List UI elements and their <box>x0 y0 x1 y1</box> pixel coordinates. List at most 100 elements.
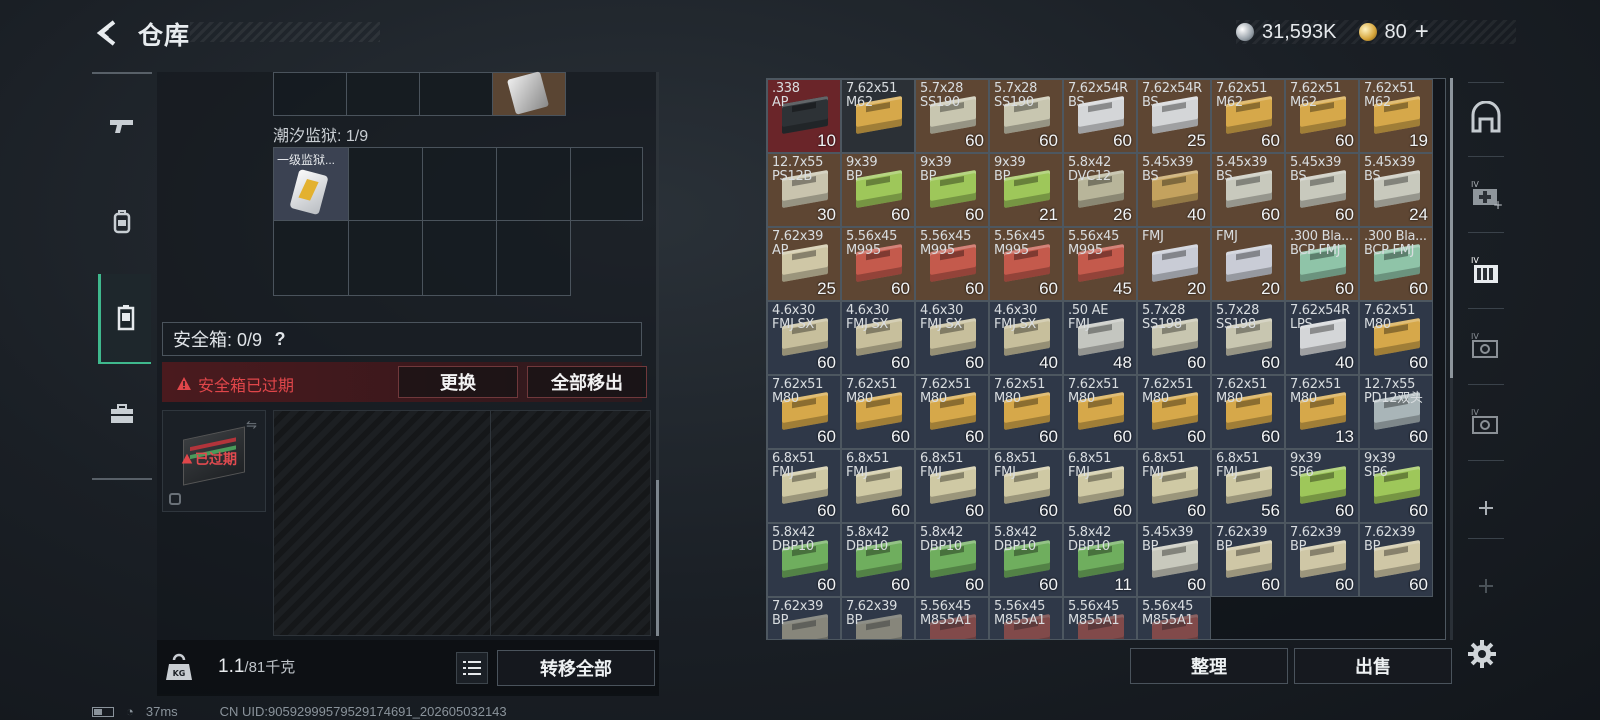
inventory-item[interactable]: 6.8x51 FMJ 60 <box>841 449 915 523</box>
rail-toolbox[interactable] <box>92 370 152 458</box>
inventory-item[interactable]: 7.62x51 M80 60 <box>1211 375 1285 449</box>
inventory-item[interactable]: 5.7x28 SS198 60 <box>1211 301 1285 375</box>
inventory-item[interactable]: 5.45x39 BP 60 <box>1137 523 1211 597</box>
grid-slot[interactable] <box>273 220 349 296</box>
list-view-button[interactable] <box>456 652 488 684</box>
inventory-scrollbar-thumb[interactable] <box>1450 78 1453 378</box>
inventory-item[interactable]: 7.62x51 M62 60 <box>1211 79 1285 153</box>
inventory-item[interactable]: 5.45x39 BS 60 <box>1211 153 1285 227</box>
grid-slot[interactable] <box>348 220 423 296</box>
inventory-item[interactable]: 5.45x39 BS 24 <box>1359 153 1433 227</box>
inventory-item[interactable]: 12.7x55 PS12B 30 <box>767 153 841 227</box>
inventory-item[interactable]: 5.7x28 SS198 60 <box>1137 301 1211 375</box>
inventory-item[interactable]: 6.8x51 FMJ 60 <box>767 449 841 523</box>
remove-all-button[interactable]: 全部移出 <box>527 366 647 398</box>
inventory-item[interactable]: 9x39 BP 60 <box>841 153 915 227</box>
grid-slot[interactable] <box>348 147 423 221</box>
inventory-item[interactable]: 5.56x45 M995 60 <box>915 227 989 301</box>
tool-storage-home[interactable] <box>1462 94 1510 142</box>
inventory-item[interactable]: 5.7x28 SS190 60 <box>915 79 989 153</box>
inventory-item[interactable]: 7.62x51 M62 <box>841 79 915 153</box>
replace-button[interactable]: 更换 <box>398 366 518 398</box>
inventory-item[interactable]: 7.62x39 BP <box>767 597 841 639</box>
inventory-item[interactable]: 7.62x39 AP 25 <box>767 227 841 301</box>
grid-slot[interactable] <box>496 147 571 221</box>
inventory-item[interactable]: 5.8x42 DBP10 11 <box>1063 523 1137 597</box>
prison-slot-item[interactable]: 一级监狱... <box>273 147 349 221</box>
inventory-item[interactable]: 6.8x51 FMJ 60 <box>1063 449 1137 523</box>
inventory-item[interactable]: 9x39 BP 21 <box>989 153 1063 227</box>
inventory-item[interactable]: 7.62x51 M80 60 <box>1063 375 1137 449</box>
scrollbar-thumb[interactable] <box>656 480 659 636</box>
back-button[interactable] <box>92 18 122 48</box>
inventory-item[interactable]: 5.56x45 M995 60 <box>841 227 915 301</box>
inventory-item[interactable]: 7.62x39 BP <box>841 597 915 639</box>
help-icon[interactable]: ? <box>270 329 290 350</box>
inventory-item[interactable]: 5.45x39 BS 40 <box>1137 153 1211 227</box>
grid-slot[interactable] <box>422 147 497 221</box>
inventory-item[interactable]: 5.56x45 M855A1 <box>1137 597 1211 639</box>
grid-slot[interactable] <box>570 147 643 221</box>
settings-button[interactable] <box>1464 636 1500 672</box>
inventory-item[interactable]: FMJ 20 <box>1137 227 1211 301</box>
inventory-item[interactable]: 7.62x51 M80 60 <box>915 375 989 449</box>
inventory-item[interactable]: 6.8x51 FMJ 60 <box>989 449 1063 523</box>
add-currency-button[interactable]: + <box>1415 18 1429 46</box>
inventory-item[interactable]: .338 AP 10 <box>767 79 841 153</box>
inventory-item[interactable]: 7.62x39 BP 60 <box>1285 523 1359 597</box>
inventory-item[interactable]: 5.56x45 M995 45 <box>1063 227 1137 301</box>
inventory-item[interactable]: .50 AE FMJ 48 <box>1063 301 1137 375</box>
inventory-item[interactable]: 12.7x55 PD12双头 60 <box>1359 375 1433 449</box>
inventory-item[interactable]: 5.56x45 M855A1 <box>989 597 1063 639</box>
sort-button[interactable]: 整理 <box>1130 648 1288 684</box>
inventory-item[interactable]: 7.62x39 BP 60 <box>1359 523 1433 597</box>
inventory-item[interactable]: 7.62x51 M80 60 <box>841 375 915 449</box>
rail-containers[interactable] <box>98 274 151 364</box>
inventory-item[interactable]: 5.8x42 DBP10 60 <box>767 523 841 597</box>
inventory-item[interactable]: 7.62x54R BS 60 <box>1063 79 1137 153</box>
rail-weapons[interactable] <box>92 82 152 170</box>
inventory-item[interactable]: 4.6x30 FMJ SX 40 <box>989 301 1063 375</box>
inventory-item[interactable]: FMJ 20 <box>1211 227 1285 301</box>
inventory-item[interactable]: 6.8x51 FMJ 60 <box>1137 449 1211 523</box>
tool-gear-case[interactable]: IV <box>1462 322 1510 370</box>
grid-slot[interactable] <box>346 72 420 116</box>
inventory-item[interactable]: 4.6x30 FMJ SX 60 <box>767 301 841 375</box>
inventory-item[interactable]: 7.62x51 M62 60 <box>1285 79 1359 153</box>
inventory-item[interactable]: 5.7x28 SS190 60 <box>989 79 1063 153</box>
inventory-item[interactable]: 5.8x42 DBP10 60 <box>915 523 989 597</box>
transfer-all-button[interactable]: 转移全部 <box>497 650 655 686</box>
grid-slot[interactable] <box>422 220 497 296</box>
inventory-item[interactable]: 9x39 SP6 60 <box>1285 449 1359 523</box>
inventory-item[interactable]: 5.56x45 M855A1 <box>915 597 989 639</box>
sell-button[interactable]: 出售 <box>1294 648 1452 684</box>
inventory-item[interactable]: 9x39 BP 60 <box>915 153 989 227</box>
inventory-item[interactable]: 7.62x51 M80 60 <box>1359 301 1433 375</box>
inventory-item[interactable]: 4.6x30 FMJ SX 60 <box>841 301 915 375</box>
tool-ammo-box[interactable]: IV <box>1462 246 1510 294</box>
inventory-item[interactable]: 5.8x42 DVC12 26 <box>1063 153 1137 227</box>
swap-icon[interactable]: ⇋ <box>246 417 257 433</box>
inventory-item[interactable]: 7.62x51 M62 19 <box>1359 79 1433 153</box>
safe-box-slot[interactable]: 已过期 ⇋ <box>162 410 266 512</box>
inventory-item[interactable]: 5.45x39 BS 60 <box>1285 153 1359 227</box>
tool-gear-case-2[interactable]: IV <box>1462 398 1510 446</box>
tool-medical[interactable]: IV + <box>1462 170 1510 218</box>
grid-slot[interactable] <box>273 72 347 116</box>
inventory-item[interactable]: 4.6x30 FMJ SX 60 <box>915 301 989 375</box>
inventory-item[interactable]: 6.8x51 FMJ 60 <box>915 449 989 523</box>
inventory-item[interactable]: 7.62x54R BS 25 <box>1137 79 1211 153</box>
inventory-item[interactable]: 5.8x42 DBP10 60 <box>841 523 915 597</box>
grid-slot[interactable] <box>419 72 493 116</box>
inventory-item[interactable]: 7.62x51 M80 60 <box>767 375 841 449</box>
grid-slot-with-item[interactable] <box>492 71 566 116</box>
inventory-item[interactable]: 7.62x51 M80 60 <box>1137 375 1211 449</box>
inventory-item[interactable]: .300 Bla... BCP FMJ 60 <box>1285 227 1359 301</box>
inventory-item[interactable]: 7.62x39 BP 60 <box>1211 523 1285 597</box>
inventory-item[interactable]: 5.56x45 M855A1 <box>1063 597 1137 639</box>
inventory-item[interactable]: 9x39 SP6 60 <box>1359 449 1433 523</box>
inventory-item[interactable]: 6.8x51 FMJ 56 <box>1211 449 1285 523</box>
rail-equipment[interactable] <box>92 178 152 266</box>
tool-add[interactable] <box>1462 484 1510 532</box>
grid-slot[interactable] <box>496 220 571 296</box>
